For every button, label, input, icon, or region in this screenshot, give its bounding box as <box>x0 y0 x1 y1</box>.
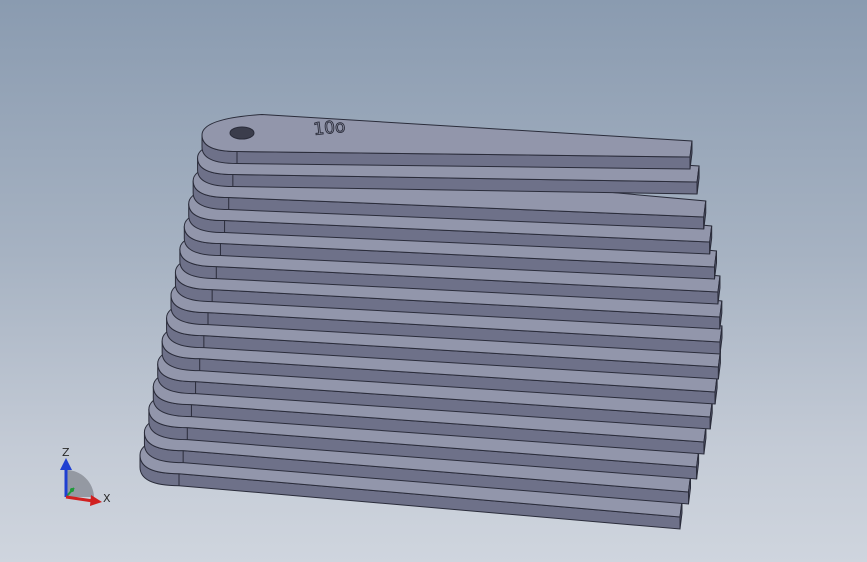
orientation-triad: Z X <box>60 446 111 506</box>
z-axis-label: Z <box>62 446 70 459</box>
blade-top-face <box>201 113 693 158</box>
x-axis-line <box>65 495 94 503</box>
model-view[interactable]: 10o <box>0 0 867 562</box>
engraved-label: 10o <box>312 117 346 140</box>
x-axis-arrow <box>90 495 102 506</box>
feeler-gauge-model[interactable] <box>139 113 723 530</box>
gauge-blade[interactable] <box>201 113 693 170</box>
z-axis-arrow <box>60 458 72 470</box>
3d-viewport[interactable]: 10o Z X <box>0 0 867 562</box>
y-axis-marker <box>70 488 74 492</box>
mounting-hole <box>229 126 255 140</box>
x-axis-label: X <box>103 492 111 505</box>
